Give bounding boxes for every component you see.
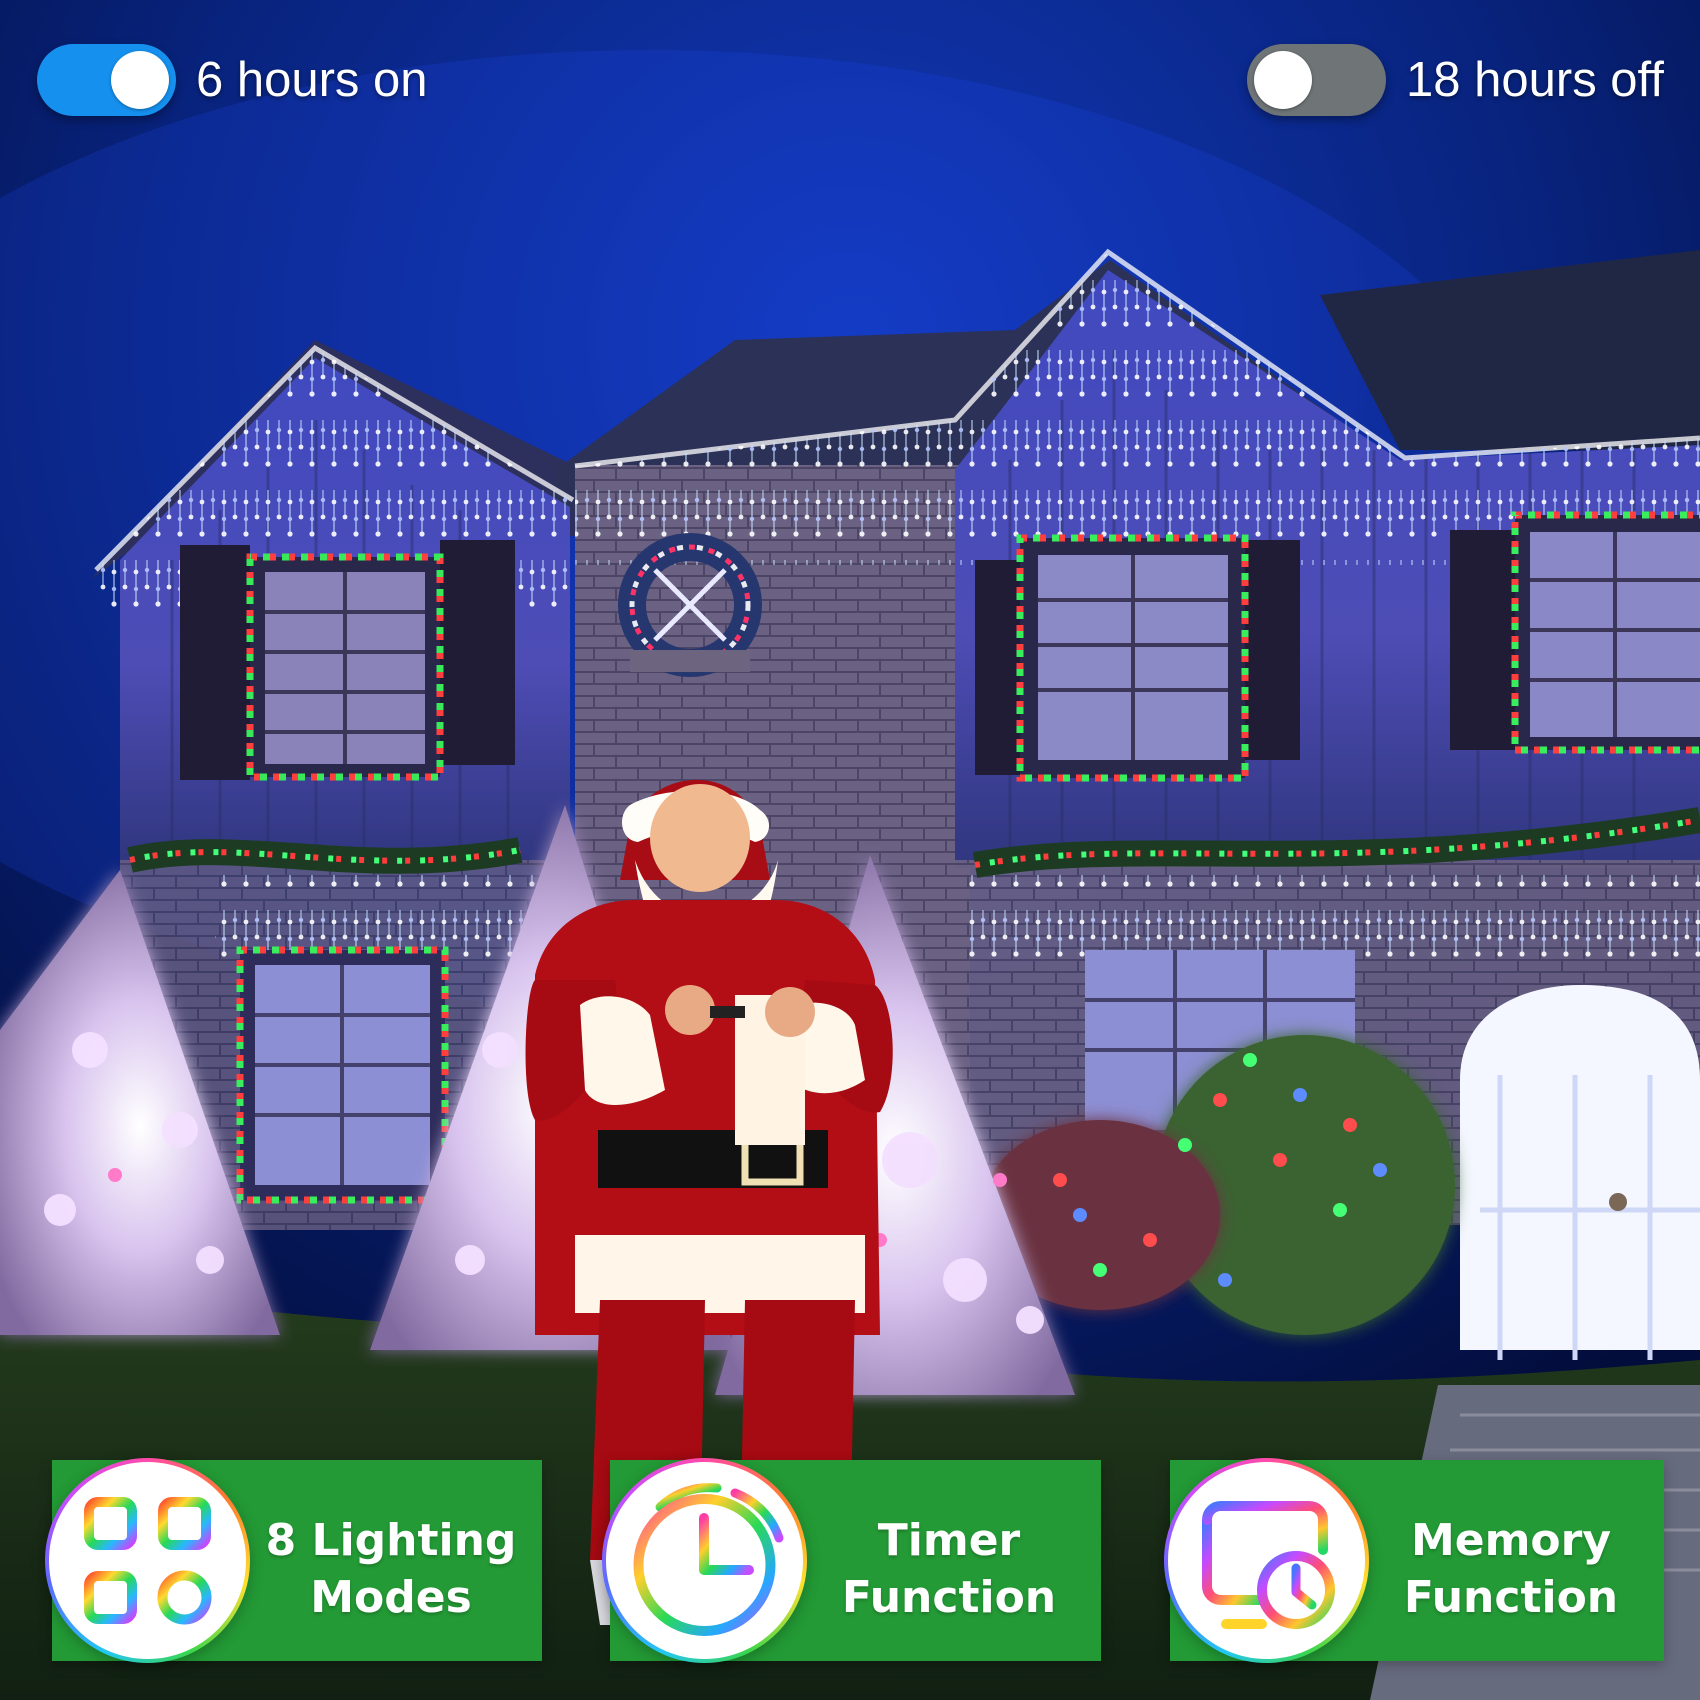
six-hours-on-indicator: 6 hours on [37,44,428,116]
eighteen-hours-off-label: 18 hours off [1406,52,1664,107]
toggle-knob [111,51,169,109]
memory-screen-clock-icon-circle [1168,1462,1365,1659]
lighting-modes-label: 8 Lighting Modes [250,1512,532,1626]
memory-screen-clock-icon [1164,1458,1369,1663]
timer-function-line-2: Function [841,1572,1057,1623]
lighting-modes-line-2: Modes [310,1572,472,1623]
four-modes-icon-circle [49,1462,246,1659]
toggle-knob [1254,51,1312,109]
timer-function-label: Timer Function [806,1512,1092,1626]
memory-function-line-2: Function [1403,1572,1619,1623]
illuminated-house-photo [0,0,1700,1700]
christmas-light-product-image: 6 hours on 18 hours off 8 Lighting Modes… [0,0,1700,1700]
memory-function-label: Memory Function [1368,1512,1654,1626]
timer-clock-icon-circle [606,1462,803,1659]
timer-clock-icon [602,1458,807,1663]
four-modes-icon [45,1458,250,1663]
on-toggle-icon [37,44,176,116]
six-hours-on-label: 6 hours on [196,52,428,107]
eighteen-hours-off-indicator: 18 hours off [1247,44,1664,116]
off-toggle-icon [1247,44,1386,116]
memory-function-line-1: Memory [1410,1515,1612,1566]
lighting-modes-line-1: 8 Lighting [265,1515,517,1566]
timer-function-line-1: Timer [877,1515,1021,1566]
